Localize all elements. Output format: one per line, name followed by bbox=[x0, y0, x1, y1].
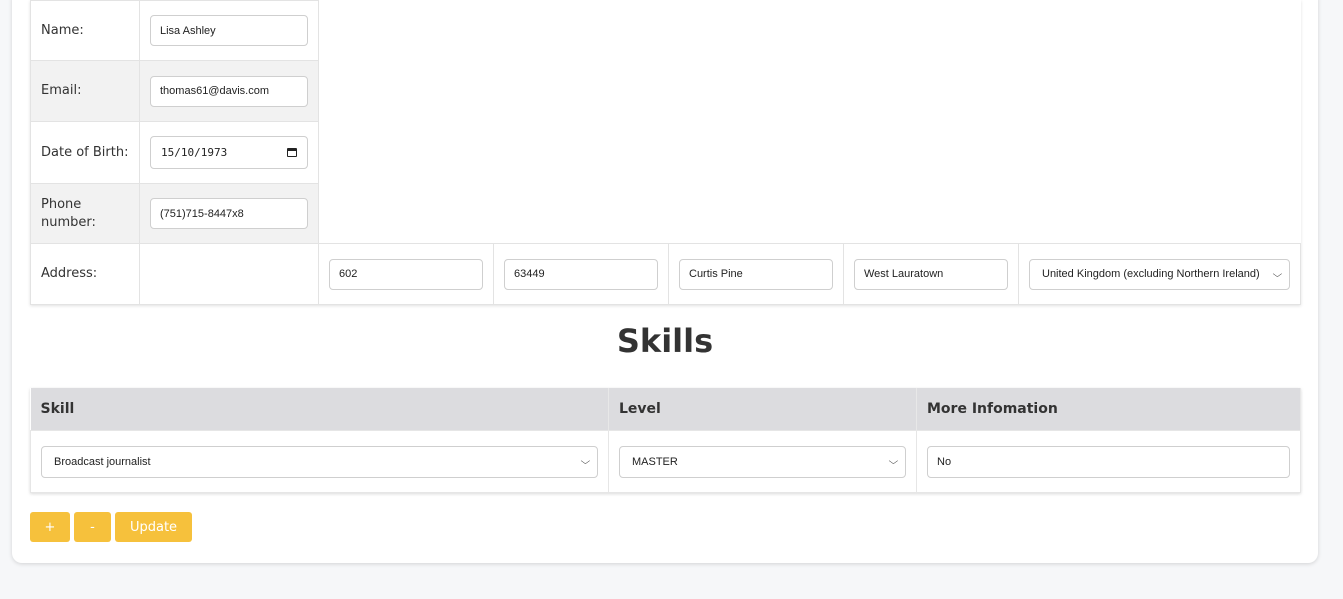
name-input[interactable] bbox=[150, 15, 308, 46]
address-number-input[interactable] bbox=[329, 258, 483, 290]
address-city-input[interactable] bbox=[854, 258, 1008, 290]
dob-input[interactable]: 15/10/1973 bbox=[150, 136, 308, 169]
address-row: Address: United Kingdom (excluding North… bbox=[30, 243, 1302, 305]
skill-value: Broadcast journalist bbox=[54, 455, 151, 468]
personal-info-table: Name: Email: Date of Birth: 15/10/1973 P… bbox=[30, 0, 1302, 305]
address-street-input[interactable] bbox=[679, 258, 833, 290]
more-info-input[interactable] bbox=[927, 445, 1290, 478]
level-value: MASTER bbox=[632, 455, 678, 468]
country-select[interactable]: United Kingdom (excluding Northern Irela… bbox=[1029, 258, 1291, 290]
calendar-icon[interactable] bbox=[287, 148, 297, 157]
skills-heading: Skills bbox=[616, 322, 714, 360]
remove-skill-button[interactable]: - bbox=[74, 512, 111, 542]
address-label: Address: bbox=[30, 243, 140, 305]
country-value: United Kingdom (excluding Northern Irela… bbox=[1042, 268, 1260, 280]
chevron-down-icon: ⌵ bbox=[1272, 268, 1283, 279]
skill-select[interactable]: Broadcast journalist ⌵ bbox=[41, 445, 598, 478]
chevron-down-icon: ⌵ bbox=[580, 456, 591, 466]
address-postcode-input[interactable] bbox=[504, 258, 658, 290]
more-info-column-header: More Infomation bbox=[916, 388, 1301, 431]
email-input[interactable] bbox=[150, 75, 308, 107]
table-row: Broadcast journalist ⌵ MASTER ⌵ bbox=[30, 430, 1301, 493]
level-select[interactable]: MASTER ⌵ bbox=[619, 445, 906, 478]
email-label: Email: bbox=[30, 60, 140, 122]
add-skill-button[interactable]: + bbox=[30, 512, 70, 542]
skill-column-header: Skill bbox=[30, 388, 609, 431]
phone-input[interactable] bbox=[150, 198, 308, 229]
skills-table: Skill Level More Infomation Broadcast jo… bbox=[30, 388, 1301, 493]
dob-value: 15/10/1973 bbox=[161, 146, 228, 159]
skills-header-row: Skill Level More Infomation bbox=[30, 388, 1301, 431]
name-label: Name: bbox=[30, 0, 140, 61]
name-row: Name: bbox=[30, 0, 1301, 244]
dob-label: Date of Birth: bbox=[30, 121, 140, 184]
phone-label: Phone number: bbox=[30, 183, 140, 244]
skill-actions: + - Update bbox=[30, 512, 192, 542]
update-button[interactable]: Update bbox=[115, 512, 192, 542]
chevron-down-icon: ⌵ bbox=[888, 456, 899, 466]
level-column-header: Level bbox=[608, 388, 917, 431]
